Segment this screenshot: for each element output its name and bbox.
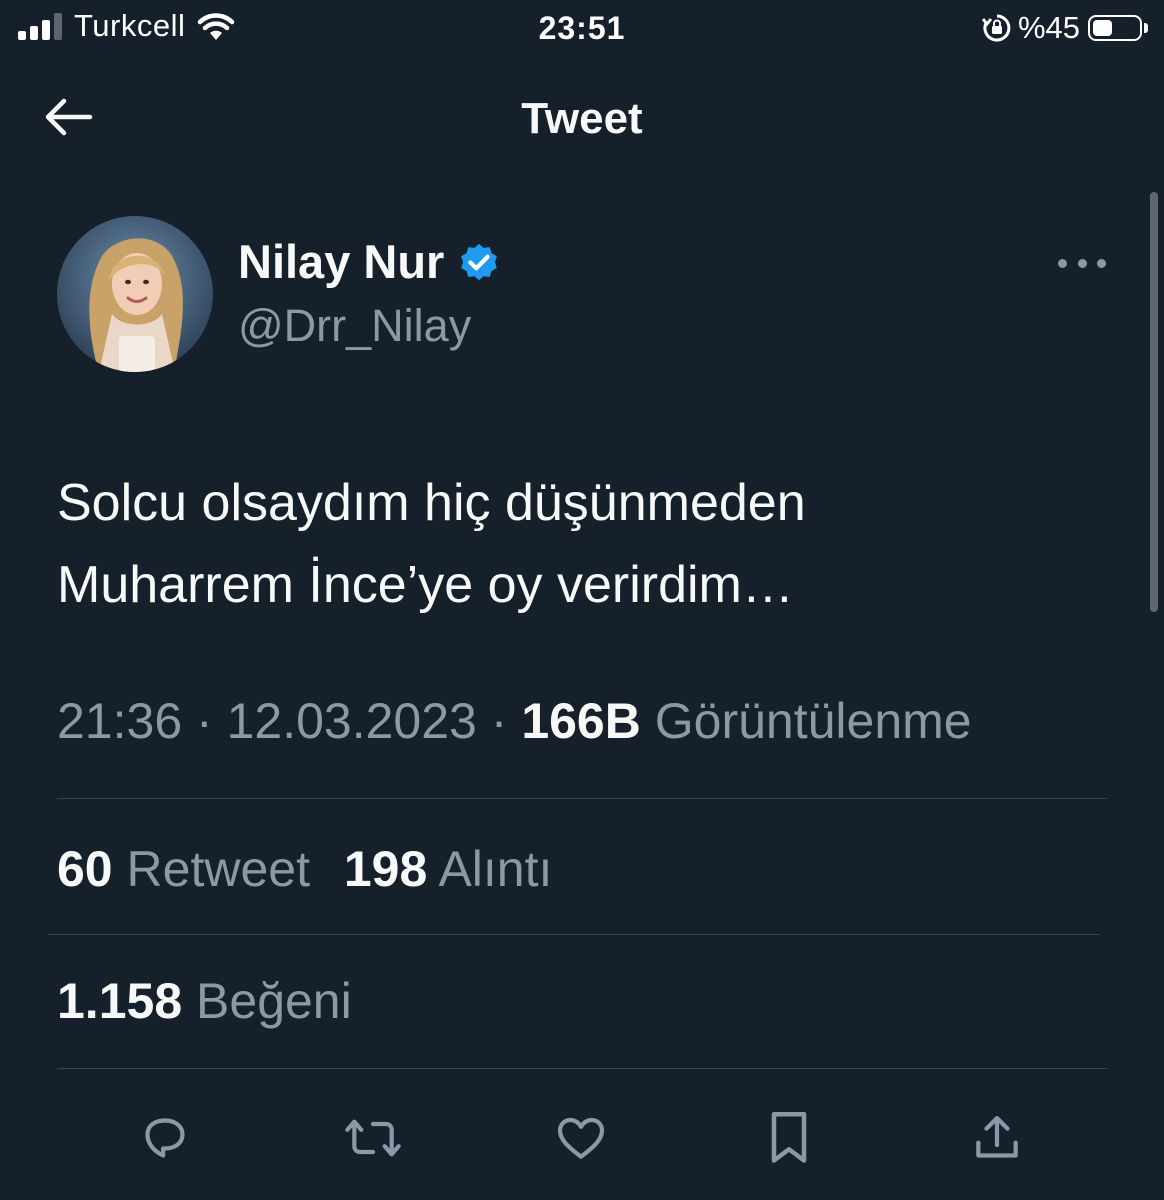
bookmark-icon	[771, 1112, 807, 1163]
more-options-button[interactable]	[1058, 248, 1106, 278]
quotes-label: Alıntı	[438, 841, 553, 897]
battery-icon	[1088, 15, 1142, 41]
retweet-icon	[345, 1119, 401, 1157]
divider	[57, 798, 1107, 799]
like-icon	[557, 1117, 605, 1159]
more-icon	[1077, 258, 1087, 268]
views-count: 166B	[521, 693, 641, 749]
likes-stats: 1.158 Beğeni	[57, 972, 372, 1030]
scrollbar[interactable]	[1150, 192, 1158, 612]
author-name-row: Nilay Nur	[238, 234, 502, 289]
status-bar-right: %45	[981, 10, 1148, 46]
verified-badge-icon	[461, 243, 498, 280]
bookmark-button[interactable]	[754, 1100, 824, 1176]
engagement-stats: 60 Retweet 198 Alıntı	[57, 840, 572, 898]
reply-button[interactable]	[130, 1100, 200, 1176]
avatar-image	[57, 216, 213, 372]
views-label: Görüntülenme	[654, 693, 972, 749]
orientation-lock-icon	[981, 14, 1011, 42]
tweet-date[interactable]: 12.03.2023	[227, 693, 477, 749]
tweet-action-bar	[0, 1100, 1164, 1180]
tweet-meta: 21:36 · 12.03.2023 · 166B Görüntülenme	[57, 692, 972, 750]
quotes-stat[interactable]: 198 Alıntı	[344, 841, 553, 897]
tweet-text: Solcu olsaydım hiç düşünmeden Muharrem İ…	[57, 462, 1107, 626]
like-button[interactable]	[546, 1100, 616, 1176]
likes-label: Beğeni	[196, 973, 352, 1029]
meta-separator: ·	[490, 693, 508, 749]
author-name[interactable]: Nilay Nur	[238, 234, 444, 289]
retweets-stat[interactable]: 60 Retweet	[57, 841, 324, 897]
status-bar: Turkcell 23:51 %45	[0, 0, 1164, 62]
divider	[48, 934, 1100, 935]
top-navigation-bar: Tweet	[0, 80, 1164, 160]
tweet-text-line: Solcu olsaydım hiç düşünmeden	[57, 474, 806, 532]
divider	[57, 1068, 1107, 1069]
tweet-text-line: Muharrem İnce’ye oy verirdim…	[57, 556, 794, 614]
battery-fill	[1093, 20, 1112, 36]
retweets-count: 60	[57, 841, 113, 897]
author-handle[interactable]: @Drr_Nilay	[238, 300, 471, 352]
quotes-count: 198	[343, 841, 428, 897]
likes-count: 1.158	[57, 973, 183, 1029]
meta-separator: ·	[196, 693, 213, 749]
page-title: Tweet	[521, 94, 643, 143]
avatar[interactable]	[57, 216, 213, 372]
retweet-button[interactable]	[338, 1100, 408, 1176]
battery-percent: %45	[1017, 10, 1080, 45]
share-icon	[976, 1116, 1018, 1158]
tweet-time[interactable]: 21:36	[57, 693, 182, 749]
likes-stat[interactable]: 1.158 Beğeni	[57, 973, 352, 1029]
retweets-label: Retweet	[126, 841, 310, 897]
more-icon	[1058, 258, 1067, 268]
battery-cap	[1144, 23, 1148, 33]
reply-icon	[145, 1118, 185, 1158]
share-button[interactable]	[962, 1100, 1032, 1176]
more-icon	[1097, 258, 1106, 268]
